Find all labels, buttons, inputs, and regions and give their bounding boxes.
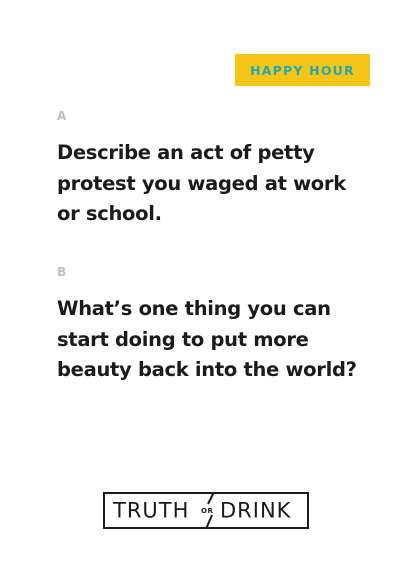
question-a-text: Describe an act of petty protest you wag… bbox=[57, 141, 346, 225]
question-b-text: What’s one thing you can start doing to … bbox=[57, 297, 357, 381]
category-badge: HAPPY HOUR bbox=[235, 54, 370, 86]
logo-word-drink: DRINK bbox=[220, 498, 292, 522]
logo-word-or: OR bbox=[201, 507, 214, 515]
question-a-letter: A bbox=[57, 109, 67, 123]
question-b-letter: B bbox=[57, 265, 67, 279]
truth-or-drink-logo: TRUTH OR DRINK bbox=[103, 492, 309, 529]
logo-word-truth: TRUTH bbox=[113, 498, 190, 522]
category-badge-label: HAPPY HOUR bbox=[250, 62, 355, 78]
